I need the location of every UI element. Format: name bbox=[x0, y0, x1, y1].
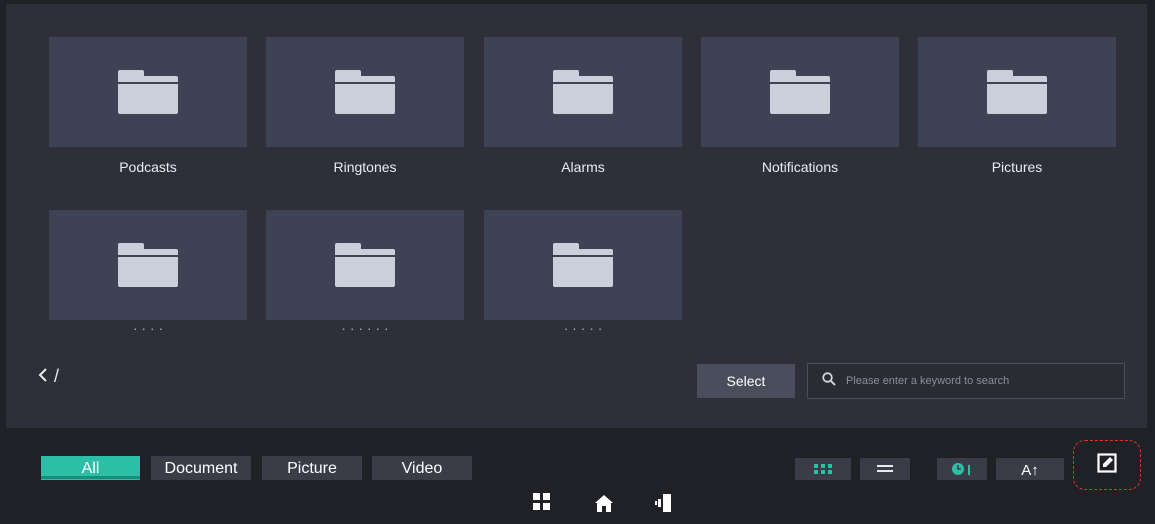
folder-label: Podcasts bbox=[119, 159, 177, 175]
folder-icon bbox=[335, 70, 395, 114]
grid-icon bbox=[814, 461, 832, 479]
folder-tile bbox=[484, 37, 682, 147]
folder-item[interactable]: · · · · · bbox=[484, 210, 682, 338]
system-dock bbox=[0, 480, 1155, 524]
folder-tile bbox=[266, 210, 464, 320]
folder-alarms[interactable]: Alarms bbox=[484, 37, 682, 187]
folder-label: Alarms bbox=[561, 159, 605, 175]
folder-item[interactable]: · · · · bbox=[49, 210, 247, 338]
folder-label: Notifications bbox=[761, 159, 839, 175]
chevron-left-icon[interactable] bbox=[38, 366, 48, 387]
search-icon bbox=[822, 372, 836, 390]
tab-video[interactable]: Video bbox=[372, 456, 472, 482]
exit-icon[interactable] bbox=[655, 493, 675, 515]
folder-notifications[interactable]: Notifications bbox=[701, 37, 899, 187]
folder-icon bbox=[118, 243, 178, 287]
folder-tile bbox=[49, 210, 247, 320]
folder-podcasts[interactable]: Podcasts bbox=[49, 37, 247, 187]
folder-icon bbox=[553, 70, 613, 114]
folder-tile bbox=[918, 37, 1116, 147]
select-button[interactable]: Select bbox=[697, 364, 795, 398]
grid-view-button[interactable] bbox=[795, 458, 851, 482]
sort-by-time-button[interactable] bbox=[937, 458, 987, 482]
tab-document[interactable]: Document bbox=[151, 456, 251, 482]
folder-icon bbox=[118, 70, 178, 114]
sort-by-name-button[interactable]: A↑ bbox=[996, 458, 1064, 482]
folder-item[interactable]: · · · · · · bbox=[266, 210, 464, 338]
folder-label: Ringtones bbox=[333, 159, 397, 175]
folder-tile bbox=[701, 37, 899, 147]
apps-icon[interactable] bbox=[533, 493, 553, 515]
search-input[interactable] bbox=[844, 374, 1108, 388]
folder-tile bbox=[49, 37, 247, 147]
current-path: / bbox=[54, 366, 60, 386]
tab-all[interactable]: All bbox=[41, 456, 140, 482]
path-breadcrumb: / bbox=[38, 366, 59, 387]
list-icon bbox=[877, 461, 893, 479]
list-view-button[interactable] bbox=[860, 458, 910, 482]
folder-label: Pictures bbox=[991, 159, 1043, 175]
folder-tile bbox=[484, 210, 682, 320]
folder-tile bbox=[266, 37, 464, 147]
folder-label: · · · · bbox=[132, 320, 164, 336]
clock-icon bbox=[951, 461, 973, 480]
sort-name-label: A↑ bbox=[1021, 461, 1039, 479]
folder-label: · · · · · · bbox=[341, 320, 389, 336]
edit-button[interactable] bbox=[1073, 440, 1141, 490]
folder-icon bbox=[987, 70, 1047, 114]
folder-ringtones[interactable]: Ringtones bbox=[266, 37, 464, 187]
folder-pictures[interactable]: Pictures bbox=[918, 37, 1116, 187]
edit-icon bbox=[1097, 452, 1117, 478]
folder-icon bbox=[335, 243, 395, 287]
folder-icon bbox=[553, 243, 613, 287]
folder-icon bbox=[770, 70, 830, 114]
folder-label: · · · · · bbox=[563, 320, 603, 336]
home-icon[interactable] bbox=[594, 493, 614, 515]
tab-picture[interactable]: Picture bbox=[262, 456, 362, 482]
search-box[interactable] bbox=[807, 363, 1125, 399]
